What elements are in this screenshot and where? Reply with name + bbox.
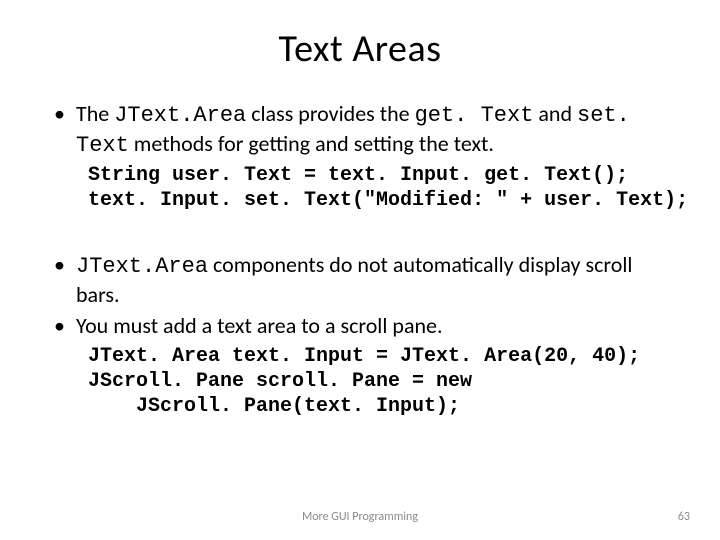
code-line: JScroll. Pane scroll. Pane = new <box>88 370 472 393</box>
code-inline: get. Text <box>415 103 534 128</box>
text: class provides the <box>246 100 414 127</box>
bullet-2: JText.Area components do not automatical… <box>50 251 670 308</box>
code-inline: JText.Area <box>114 103 246 128</box>
spacer <box>50 233 670 251</box>
bullet-1: The JText.Area class provides the get. T… <box>50 100 670 159</box>
code-line: JScroll. Pane(text. Input); <box>88 394 670 419</box>
footer-text: More GUI Programming <box>0 510 720 524</box>
code-block-1: String user. Text = text. Input. get. Te… <box>88 163 670 213</box>
page-number: 63 <box>678 510 690 524</box>
slide-title: Text Areas <box>50 26 670 72</box>
bullet-list-2: JText.Area components do not automatical… <box>50 251 670 340</box>
text: methods for getting and setting the text… <box>129 130 494 157</box>
text: and <box>533 100 577 127</box>
bullet-3: You must add a text area to a scroll pan… <box>50 312 670 340</box>
code-inline: JText.Area <box>76 254 208 279</box>
code-line: text. Input. set. Text("Modified: " + us… <box>88 189 688 212</box>
slide: Text Areas The JText.Area class provides… <box>0 0 720 540</box>
text: The <box>76 100 114 127</box>
code-line: JText. Area text. Input = JText. Area(20… <box>88 345 640 368</box>
code-line: String user. Text = text. Input. get. Te… <box>88 164 628 187</box>
code-block-2: JText. Area text. Input = JText. Area(20… <box>88 344 670 419</box>
bullet-list: The JText.Area class provides the get. T… <box>50 100 670 159</box>
text: You must add a text area to a scroll pan… <box>76 312 443 339</box>
